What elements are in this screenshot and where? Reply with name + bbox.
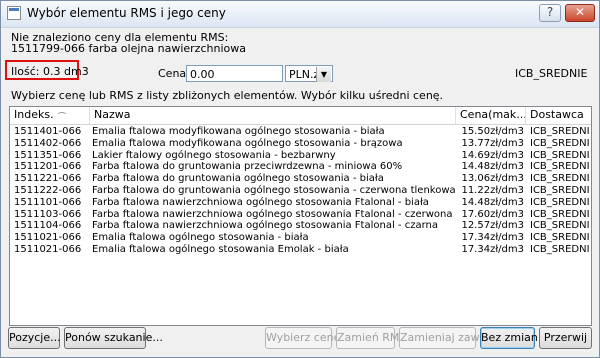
row-price: 14.48zł/dm3 <box>461 161 524 173</box>
row-index: 1511201-066 /2 <box>14 161 82 173</box>
row-name: Farba ftalowa do gruntowania ogólnego st… <box>92 173 384 185</box>
supplier-label: ICB_SREDNIE <box>515 67 588 80</box>
row-index: 1511401-066 /2 <box>14 126 82 137</box>
row-price: 11.22zł/dm3 <box>461 185 524 196</box>
row-price: 14.69zł/dm3 <box>461 149 524 161</box>
no-change-button[interactable]: Bez zmian <box>480 327 538 349</box>
row-index: 1511221-066 /2 <box>14 173 82 185</box>
close-icon: ✕ <box>574 5 586 19</box>
dialog-window: Wybór elementu RMS i jego ceny ? ✕ Nie z… <box>0 0 600 358</box>
row-name: Farba ftalowa nawierzchniowa ogólnego st… <box>92 196 429 208</box>
row-price: 17.34zł/dm3 <box>461 232 524 244</box>
price-input[interactable]: 0.00 <box>186 65 283 82</box>
chevron-down-icon[interactable]: ▼ <box>316 67 331 82</box>
list-header: Indeks. ⌒ Nazwa Cena(mak... Dostawca <box>10 107 591 125</box>
table-row[interactable]: 1511222-066 /2 Farba ftalowa do gruntowan… <box>10 185 591 197</box>
replace-rms-button[interactable]: Zamień RMS <box>336 327 406 349</box>
table-row[interactable]: 1511021-066 /2 Emalia ftalowa ogólnego st… <box>10 232 591 244</box>
row-supplier: ICB_SREDNIE <box>530 149 590 161</box>
help-button[interactable]: ? <box>539 4 561 22</box>
row-supplier: ICB_SREDNIE <box>530 126 590 137</box>
row-supplier: ICB_SREDNIE <box>530 220 590 232</box>
column-header-nazwa[interactable]: Nazwa <box>90 107 456 124</box>
row-index: 1511021-066 /2 <box>14 232 82 244</box>
row-supplier: ICB_SREDNIE <box>530 208 590 220</box>
price-list[interactable]: Indeks. ⌒ Nazwa Cena(mak... Dostawca 151… <box>9 106 592 326</box>
positions-button[interactable]: Pozycje... <box>8 327 61 349</box>
row-index: 1511222-066 /2 <box>14 185 82 196</box>
table-row[interactable]: 1511401-066 /2 Emalia ftalowa modyfikowan… <box>10 126 591 138</box>
table-row[interactable]: 1511101-066 /2 Farba ftalowa nawierzchnio… <box>10 197 591 209</box>
row-supplier: ICB_SREDNIE <box>530 137 590 149</box>
row-supplier: ICB_SREDNIE <box>530 161 590 173</box>
table-row[interactable]: 1511221-066 /2 Farba ftalowa do gruntowan… <box>10 173 591 185</box>
row-supplier: ICB_SREDNIE <box>530 185 590 196</box>
row-index: 1511104-066 /2 <box>14 220 82 232</box>
row-price: 13.77zł/dm3 <box>461 137 524 149</box>
row-name: Farba ftalowa do gruntowania przeciwrdze… <box>92 161 403 173</box>
row-price: 17.34zł/dm3 <box>461 244 524 255</box>
abort-button[interactable]: Przerwij <box>539 327 592 349</box>
row-supplier: ICB_SREDNIE <box>530 232 590 244</box>
row-price: 14.48zł/dm3 <box>461 196 524 208</box>
choose-price-button[interactable]: Wybierz cenę <box>265 327 340 349</box>
row-supplier: ICB_SREDNIE <box>530 173 590 185</box>
table-row[interactable]: 1511021-066 /2 Emalia ftalowa ogólnego st… <box>10 244 591 256</box>
row-name: Emalia ftalowa ogólnego stosowania - bia… <box>92 232 309 244</box>
instruction-text: Wybierz cenę lub RMS z listy zbliżonych … <box>11 89 444 102</box>
table-row[interactable]: 1511103-066 /2 Farba ftalowa nawierzchnio… <box>10 209 591 221</box>
close-button[interactable]: ✕ <box>565 4 595 22</box>
search-again-button[interactable]: Ponów szukanie... <box>64 327 163 349</box>
row-name: Emalia ftalowa modyfikowana ogólnego sto… <box>92 137 403 149</box>
row-name: Emalia ftalowa modyfikowana ogólnego sto… <box>92 126 385 137</box>
column-header-label: Indeks <box>14 108 51 121</box>
sort-icon: ⌒ <box>58 112 66 121</box>
app-icon <box>7 6 21 20</box>
help-icon: ? <box>546 5 554 19</box>
row-name: Farba ftalowa nawierzchniowa ogólnego st… <box>92 220 438 232</box>
column-header-cena[interactable]: Cena(mak... <box>456 107 526 124</box>
row-index: 1511351-066 /2 <box>14 149 82 161</box>
table-row[interactable]: 1511201-066 /2 Farba ftalowa do gruntowan… <box>10 161 591 173</box>
row-index: 1511103-066 /2 <box>14 208 82 220</box>
quantity-text: Ilość: 0.3 dm3 <box>11 65 89 78</box>
row-name: Farba ftalowa do gruntowania ogólnego st… <box>92 185 456 196</box>
row-price: 12.57zł/dm3 <box>461 220 524 232</box>
row-price: 17.60zł/dm3 <box>461 208 524 220</box>
table-row[interactable]: 1511402-066 /2 Emalia ftalowa modyfikowan… <box>10 138 591 150</box>
row-index: 1511101-066 /2 <box>14 196 82 208</box>
table-row[interactable]: 1511351-066 /2 Lakier ftalowy ogólnego st… <box>10 150 591 162</box>
row-index: 1511021-066 /2 <box>14 244 82 255</box>
column-header-indeks[interactable]: Indeks. ⌒ <box>10 107 90 124</box>
title-bar[interactable]: Wybór elementu RMS i jego ceny ? ✕ <box>1 1 599 28</box>
column-header-dostawca[interactable]: Dostawca <box>526 107 591 124</box>
row-supplier: ICB_SREDNIE <box>530 196 590 208</box>
row-supplier: ICB_SREDNIE <box>530 244 590 255</box>
currency-select[interactable]: PLN.zł ▼ <box>285 65 333 82</box>
table-row[interactable]: 1511104-066 /2 Farba ftalowa nawierzchnio… <box>10 220 591 232</box>
row-name: Lakier ftalowy ogólnego stosowania - bez… <box>92 149 336 161</box>
window-title: Wybór elementu RMS i jego ceny <box>27 6 226 20</box>
row-price: 13.06zł/dm3 <box>461 173 524 185</box>
row-index: 1511402-066 /2 <box>14 137 82 149</box>
element-name: 1511799-066 farba olejna nawierzchniowa <box>11 42 246 55</box>
row-name: Emalia ftalowa ogólnego stosowania Emola… <box>92 244 349 255</box>
replace-always-button[interactable]: Zamieniaj zawsze <box>399 327 498 349</box>
row-name: Farba ftalowa nawierzchniowa ogólnego st… <box>92 208 453 220</box>
row-price: 15.50zł/dm3 <box>461 126 524 137</box>
